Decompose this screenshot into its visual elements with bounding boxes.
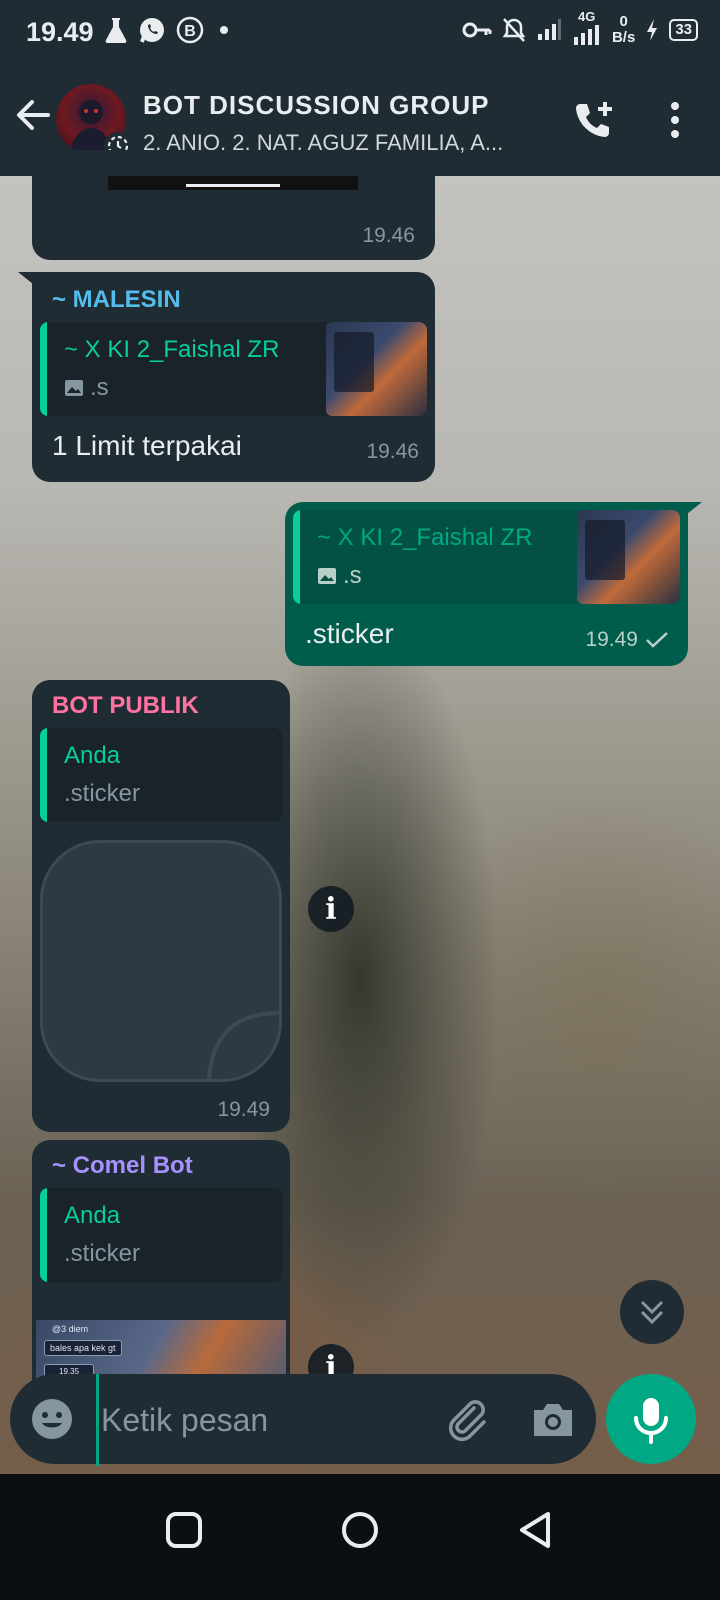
- bubble-tail: [682, 502, 702, 518]
- message-bubble[interactable]: ~ MALESIN ~ X KI 2_Faishal ZR .s 1 Limit…: [18, 272, 435, 482]
- mic-icon: [634, 1398, 668, 1444]
- scroll-to-bottom-button[interactable]: [620, 1280, 684, 1344]
- signal-4g-icon: 4G: [572, 9, 602, 45]
- sender-name[interactable]: ~ MALESIN: [52, 286, 181, 314]
- network-speed: 0 B/s: [612, 14, 635, 46]
- message-bubble-outgoing[interactable]: ~ X KI 2_Faishal ZR .s .sticker 19.49: [285, 502, 702, 666]
- quoted-message[interactable]: ~ X KI 2_Faishal ZR .s: [293, 510, 680, 604]
- quoted-sender: Anda: [64, 1202, 121, 1229]
- photo-icon: [65, 380, 83, 396]
- photo-icon: [318, 568, 336, 584]
- message-input[interactable]: [96, 1374, 433, 1466]
- add-call-icon[interactable]: [572, 98, 616, 142]
- video-progress: [186, 184, 280, 187]
- message-time: 19.49: [585, 628, 638, 651]
- group-title[interactable]: BOT DISCUSSION GROUP: [143, 90, 489, 121]
- message-bubble[interactable]: BOT PUBLIK Anda .sticker 19.49: [32, 680, 290, 1132]
- quoted-sender: Anda: [64, 742, 121, 769]
- camera-icon[interactable]: [530, 1396, 576, 1442]
- message-bubble[interactable]: ~ Comel Bot Anda .sticker @3 diem bales …: [32, 1140, 290, 1400]
- svg-text:B: B: [184, 23, 196, 40]
- double-chevron-down-icon: [640, 1300, 664, 1325]
- sent-tick-icon: [646, 632, 668, 648]
- attach-icon[interactable]: [444, 1396, 490, 1442]
- network-label: 4G: [577, 9, 596, 24]
- whatsapp-icon: [140, 18, 164, 43]
- dot-icon: [220, 26, 228, 34]
- message-text: 1 Limit terpakai: [52, 430, 242, 461]
- key-icon: [462, 22, 492, 38]
- b-icon: B: [176, 16, 204, 44]
- quoted-message[interactable]: ~ X KI 2_Faishal ZR .s: [40, 322, 427, 416]
- emoji-icon[interactable]: [30, 1397, 74, 1441]
- quoted-text: .sticker: [64, 1240, 141, 1267]
- recents-icon[interactable]: [164, 1510, 204, 1550]
- charging-icon: [647, 19, 658, 41]
- back-arrow-icon[interactable]: [12, 94, 54, 136]
- battery-icon: 33: [669, 19, 698, 41]
- signal-icon: [537, 19, 561, 40]
- quoted-sender: ~ X KI 2_Faishal ZR: [317, 524, 533, 551]
- quoted-thumbnail: [577, 510, 680, 604]
- sender-name[interactable]: ~ Comel Bot: [52, 1152, 193, 1180]
- sticker-placeholder[interactable]: [40, 840, 282, 1082]
- speed-value: 0: [619, 13, 628, 30]
- message-time: 19.46: [366, 440, 419, 463]
- quoted-text: .s: [343, 562, 362, 589]
- quoted-sender: ~ X KI 2_Faishal ZR: [64, 336, 280, 363]
- more-options-icon[interactable]: [660, 98, 690, 142]
- message-text: .sticker: [305, 618, 394, 649]
- flask-icon: [105, 18, 127, 43]
- quoted-message[interactable]: Anda .sticker: [40, 728, 282, 822]
- quoted-text: .s: [90, 374, 109, 401]
- status-time: 19.49: [26, 17, 94, 47]
- message-bubble[interactable]: 19.46: [32, 150, 435, 260]
- back-nav-icon[interactable]: [516, 1510, 556, 1550]
- system-nav-bar: [0, 1474, 720, 1600]
- media-thumbnail: [108, 176, 358, 190]
- home-icon[interactable]: [340, 1510, 380, 1550]
- status-bar: 19.49 B 4G 0 B/s 33: [0, 0, 720, 64]
- bubble-tail: [18, 272, 38, 288]
- message-time: 19.46: [362, 224, 415, 247]
- message-time: 19.49: [217, 1098, 270, 1121]
- info-icon[interactable]: i: [308, 886, 354, 932]
- sender-name[interactable]: BOT PUBLIK: [52, 692, 199, 720]
- quoted-text: .sticker: [64, 780, 141, 807]
- bell-off-icon: [502, 18, 526, 42]
- preview-line: @3 diem: [52, 1324, 89, 1334]
- quoted-thumbnail: [326, 322, 427, 416]
- quoted-message[interactable]: Anda .sticker: [40, 1188, 282, 1282]
- voice-message-button[interactable]: [606, 1374, 696, 1464]
- preview-line: bales apa kek gt: [44, 1340, 122, 1356]
- speed-unit: B/s: [611, 29, 636, 46]
- message-composer: [10, 1374, 596, 1466]
